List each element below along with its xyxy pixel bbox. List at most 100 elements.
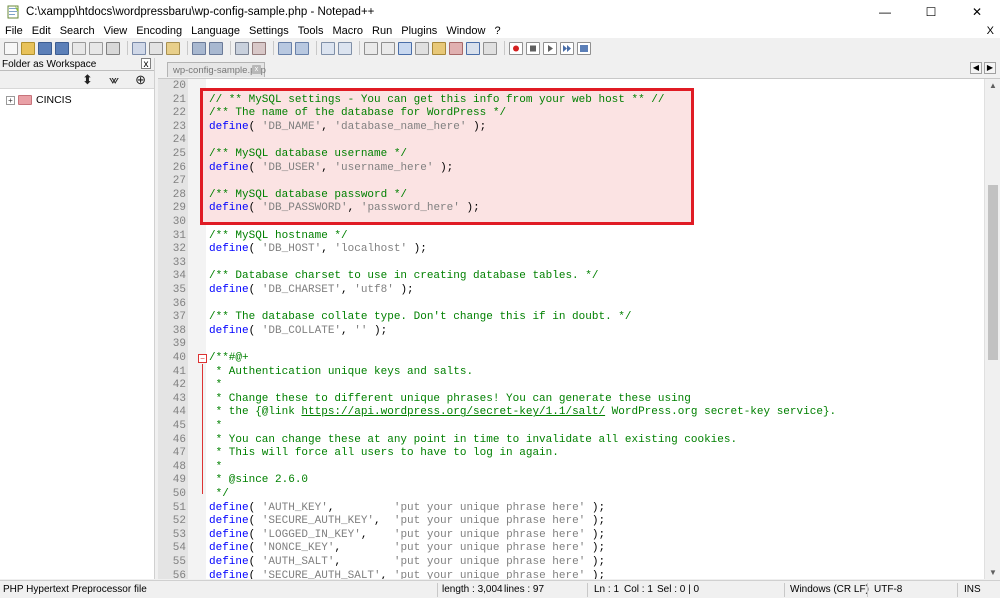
zoom-out-icon[interactable] xyxy=(295,41,309,55)
menu-view[interactable]: View xyxy=(99,24,132,38)
scroll-up-icon[interactable]: ▲ xyxy=(985,79,1000,93)
new-file-icon[interactable] xyxy=(4,41,18,55)
folder-as-workspace-icon[interactable] xyxy=(466,41,480,55)
save-macro-icon[interactable] xyxy=(577,41,591,55)
locate-current-file-icon[interactable]: ⊕ xyxy=(135,72,146,88)
code-line[interactable]: * the {@link https://api.wordpress.org/s… xyxy=(209,406,837,418)
menu-tools[interactable]: Tools xyxy=(293,24,328,38)
menu-help[interactable]: ? xyxy=(489,24,504,38)
maximize-button[interactable]: ☐ xyxy=(908,0,954,24)
close-button[interactable]: ✕ xyxy=(954,0,1000,24)
menu-settings[interactable]: Settings xyxy=(244,24,293,38)
code-line[interactable]: * xyxy=(209,420,223,432)
code-line[interactable]: define( 'NONCE_KEY', 'put your unique ph… xyxy=(209,542,605,554)
code-line[interactable]: // ** MySQL settings - You can get this … xyxy=(209,94,664,106)
code-line[interactable]: * You can change these at any point in t… xyxy=(209,434,738,446)
status-eol-format[interactable]: Windows (CR LF) xyxy=(790,584,869,595)
code-line[interactable]: /** MySQL database password */ xyxy=(209,189,407,201)
zoom-in-icon[interactable] xyxy=(278,41,292,55)
code-line[interactable]: * xyxy=(209,461,223,473)
code-line[interactable]: define( 'AUTH_KEY', 'put your unique phr… xyxy=(209,502,605,514)
code-line[interactable]: /** MySQL database username */ xyxy=(209,148,407,160)
redo-icon[interactable] xyxy=(209,41,223,55)
code-line[interactable]: define( 'LOGGED_IN_KEY', 'put your uniqu… xyxy=(209,529,605,541)
vertical-scrollbar[interactable]: ▲ ▼ xyxy=(984,79,1000,579)
play-macro-icon[interactable] xyxy=(543,41,557,55)
close-document-button[interactable]: X xyxy=(987,24,994,38)
status-insert-mode[interactable]: INS xyxy=(964,584,981,595)
tab-close-button[interactable]: x xyxy=(252,65,261,74)
scrollbar-thumb[interactable] xyxy=(988,185,998,360)
copy-icon[interactable] xyxy=(149,41,163,55)
menu-file[interactable]: File xyxy=(0,24,27,38)
find-icon[interactable] xyxy=(235,41,249,55)
code-line[interactable]: * This will force all users to have to l… xyxy=(209,447,559,459)
code-line[interactable]: define( 'DB_HOST', 'localhost' ); xyxy=(209,243,427,255)
run-macro-multiple-icon[interactable] xyxy=(560,41,574,55)
stop-macro-icon[interactable] xyxy=(526,41,540,55)
code-line[interactable]: define( 'DB_CHARSET', 'utf8' ); xyxy=(209,284,414,296)
code-line[interactable]: /** The name of the database for WordPre… xyxy=(209,107,506,119)
code-editor[interactable]: 20 21 // ** MySQL settings - You can get t… xyxy=(158,78,1000,579)
code-line[interactable]: * xyxy=(209,379,223,391)
panel-close-button[interactable]: x xyxy=(141,58,151,70)
paste-icon[interactable] xyxy=(166,41,180,55)
code-line[interactable]: /** MySQL hostname */ xyxy=(209,230,348,242)
code-line[interactable]: define( 'DB_PASSWORD', 'password_here' )… xyxy=(209,202,480,214)
scroll-down-icon[interactable]: ▼ xyxy=(985,566,1000,579)
code-line[interactable]: define( 'SECURE_AUTH_SALT', 'put your un… xyxy=(209,570,605,579)
menu-encoding[interactable]: Encoding xyxy=(131,24,186,38)
indent-guide-icon[interactable] xyxy=(398,41,412,55)
code-line[interactable]: /** Database charset to use in creating … xyxy=(209,270,598,282)
word-wrap-icon[interactable] xyxy=(364,41,378,55)
code-line[interactable]: define( 'DB_USER', 'username_here' ); xyxy=(209,162,453,174)
save-all-icon[interactable] xyxy=(55,41,69,55)
code-line[interactable]: define( 'DB_COLLATE', '' ); xyxy=(209,325,387,337)
menu-run[interactable]: Run xyxy=(367,24,396,38)
tree-item[interactable]: + CINCIS xyxy=(6,93,154,107)
status-encoding[interactable]: UTF-8 xyxy=(874,584,902,595)
code-string: 'put your unique phrase here' xyxy=(393,542,586,555)
code-link[interactable]: https://api.wordpress.org/secret-key/1.1… xyxy=(301,406,605,418)
close-all-icon[interactable] xyxy=(89,41,103,55)
menu-language[interactable]: Language xyxy=(186,24,244,38)
function-list-icon[interactable] xyxy=(449,41,463,55)
menu-window[interactable]: Window xyxy=(441,24,489,38)
tree-expander-icon[interactable]: + xyxy=(6,95,15,105)
code-line[interactable]: * @since 2.6.0 xyxy=(209,474,308,486)
code-line[interactable]: /** The database collate type. Don't cha… xyxy=(209,311,631,323)
menu-plugins[interactable]: Plugins xyxy=(396,24,441,38)
code-line[interactable]: */ xyxy=(209,488,229,500)
expand-all-icon[interactable]: ⬍ xyxy=(82,72,93,88)
sync-scroll-vertical-icon[interactable] xyxy=(321,41,335,55)
document-map-icon[interactable] xyxy=(415,41,429,55)
monitoring-icon[interactable] xyxy=(483,41,497,55)
open-file-icon[interactable] xyxy=(21,41,35,55)
fold-collapse-icon[interactable]: − xyxy=(198,354,207,363)
tab-wp-config-sample[interactable]: wp-config-sample.php x xyxy=(167,62,266,77)
record-macro-icon[interactable] xyxy=(509,41,523,55)
code-line[interactable]: * Authentication unique keys and salts. xyxy=(209,366,473,378)
replace-icon[interactable] xyxy=(252,41,266,55)
menu-search[interactable]: Search xyxy=(55,24,99,38)
code-line[interactable]: define( 'DB_NAME', 'database_name_here' … xyxy=(209,121,486,133)
save-icon[interactable] xyxy=(38,41,52,55)
menu-macro[interactable]: Macro xyxy=(327,24,367,38)
cut-icon[interactable] xyxy=(132,41,146,55)
tab-scroll-right-icon[interactable]: ▶ xyxy=(984,62,996,74)
menu-edit[interactable]: Edit xyxy=(27,24,55,38)
code-line[interactable]: define( 'AUTH_SALT', 'put your unique ph… xyxy=(209,556,605,568)
collapse-all-icon[interactable]: ⩖ xyxy=(109,72,119,88)
undo-icon[interactable] xyxy=(192,41,206,55)
minimize-button[interactable]: — xyxy=(862,0,908,24)
close-file-icon[interactable] xyxy=(72,41,86,55)
print-icon[interactable] xyxy=(106,41,120,55)
show-all-characters-icon[interactable] xyxy=(381,41,395,55)
code-line[interactable]: * Change these to different unique phras… xyxy=(209,393,691,405)
line-number: 46 xyxy=(172,433,186,446)
code-line[interactable]: define( 'SECURE_AUTH_KEY', 'put your uni… xyxy=(209,515,605,527)
user-defined-language-icon[interactable] xyxy=(432,41,446,55)
sync-scroll-horizontal-icon[interactable] xyxy=(338,41,352,55)
code-line[interactable]: /**#@+ xyxy=(209,352,249,364)
tab-scroll-left-icon[interactable]: ◀ xyxy=(970,62,982,74)
